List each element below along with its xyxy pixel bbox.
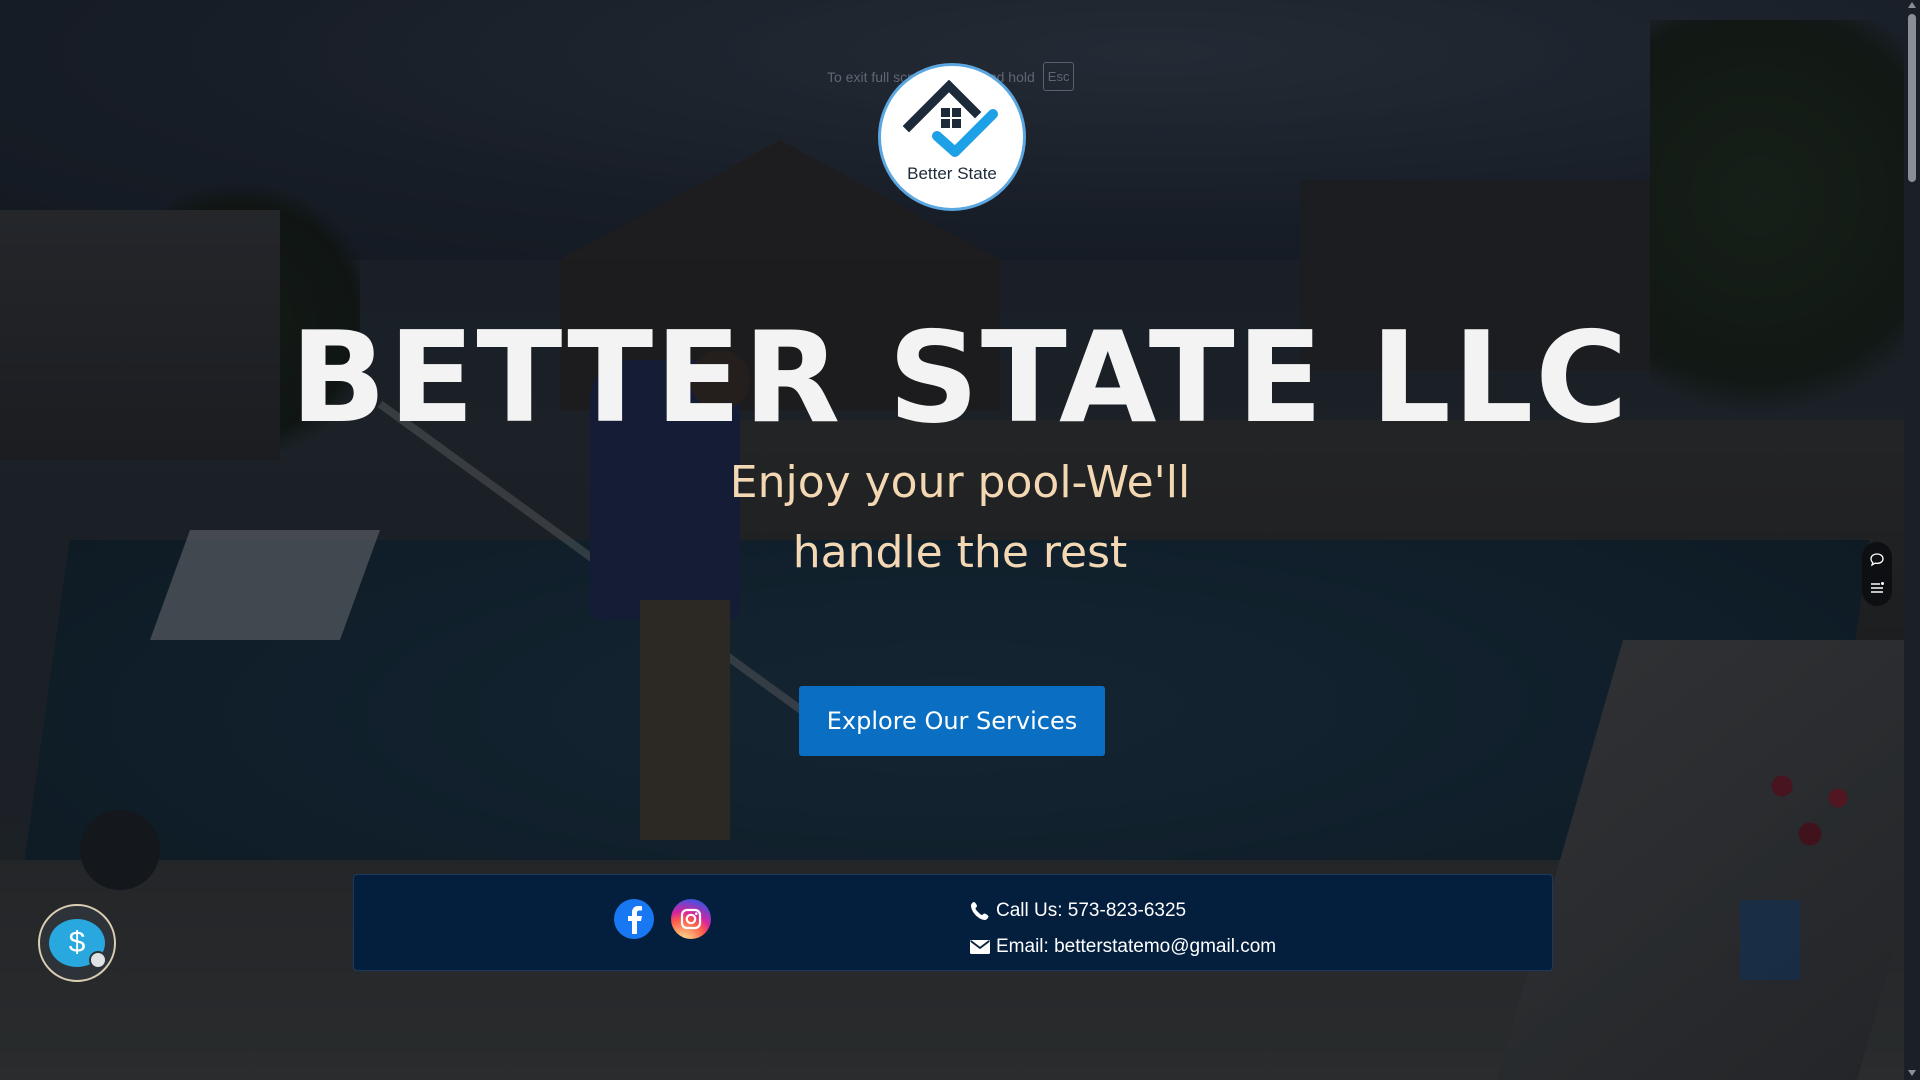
facebook-icon[interactable] [614,899,654,939]
phone-row[interactable]: Call Us: 573-823-6325 [970,893,1276,929]
status-dot [89,951,107,969]
scroll-thumb[interactable] [1908,14,1916,182]
phone-text: Call Us: 573-823-6325 [996,900,1187,921]
dollar-chat-icon: $ [49,919,107,969]
side-widget [1862,542,1892,606]
email-row[interactable]: Email: betterstatemo@gmail.com [970,929,1276,965]
explore-services-button[interactable]: Explore Our Services [799,686,1105,756]
esc-key: Esc [1042,62,1075,91]
social-links [614,899,711,939]
logo-text: Better State [907,164,997,183]
contact-details: Call Us: 573-823-6325 Email: betterstate… [970,893,1276,965]
page-title: BETTER STATE LLC [290,304,1630,452]
contact-info-bar: Call Us: 573-823-6325 Email: betterstate… [353,874,1553,971]
scroll-up-arrow[interactable] [1908,2,1916,8]
instagram-icon[interactable] [671,899,711,939]
list-icon[interactable] [1869,580,1885,596]
tagline-line-2: handle the rest [792,527,1128,578]
house-check-icon [903,80,998,157]
phone-icon [971,902,989,920]
price-chat-widget[interactable]: $ [38,904,116,982]
scroll-down-arrow[interactable] [1908,1070,1916,1076]
scrollbar[interactable] [1904,0,1920,1080]
tagline: Enjoy your pool-We'll handle the rest [0,448,1920,588]
tagline-line-1: Enjoy your pool-We'll [729,457,1191,508]
email-text: Email: betterstatemo@gmail.com [996,936,1277,957]
envelope-icon [970,940,990,954]
comment-icon[interactable] [1869,552,1885,568]
logo[interactable]: Better State [878,63,1026,211]
